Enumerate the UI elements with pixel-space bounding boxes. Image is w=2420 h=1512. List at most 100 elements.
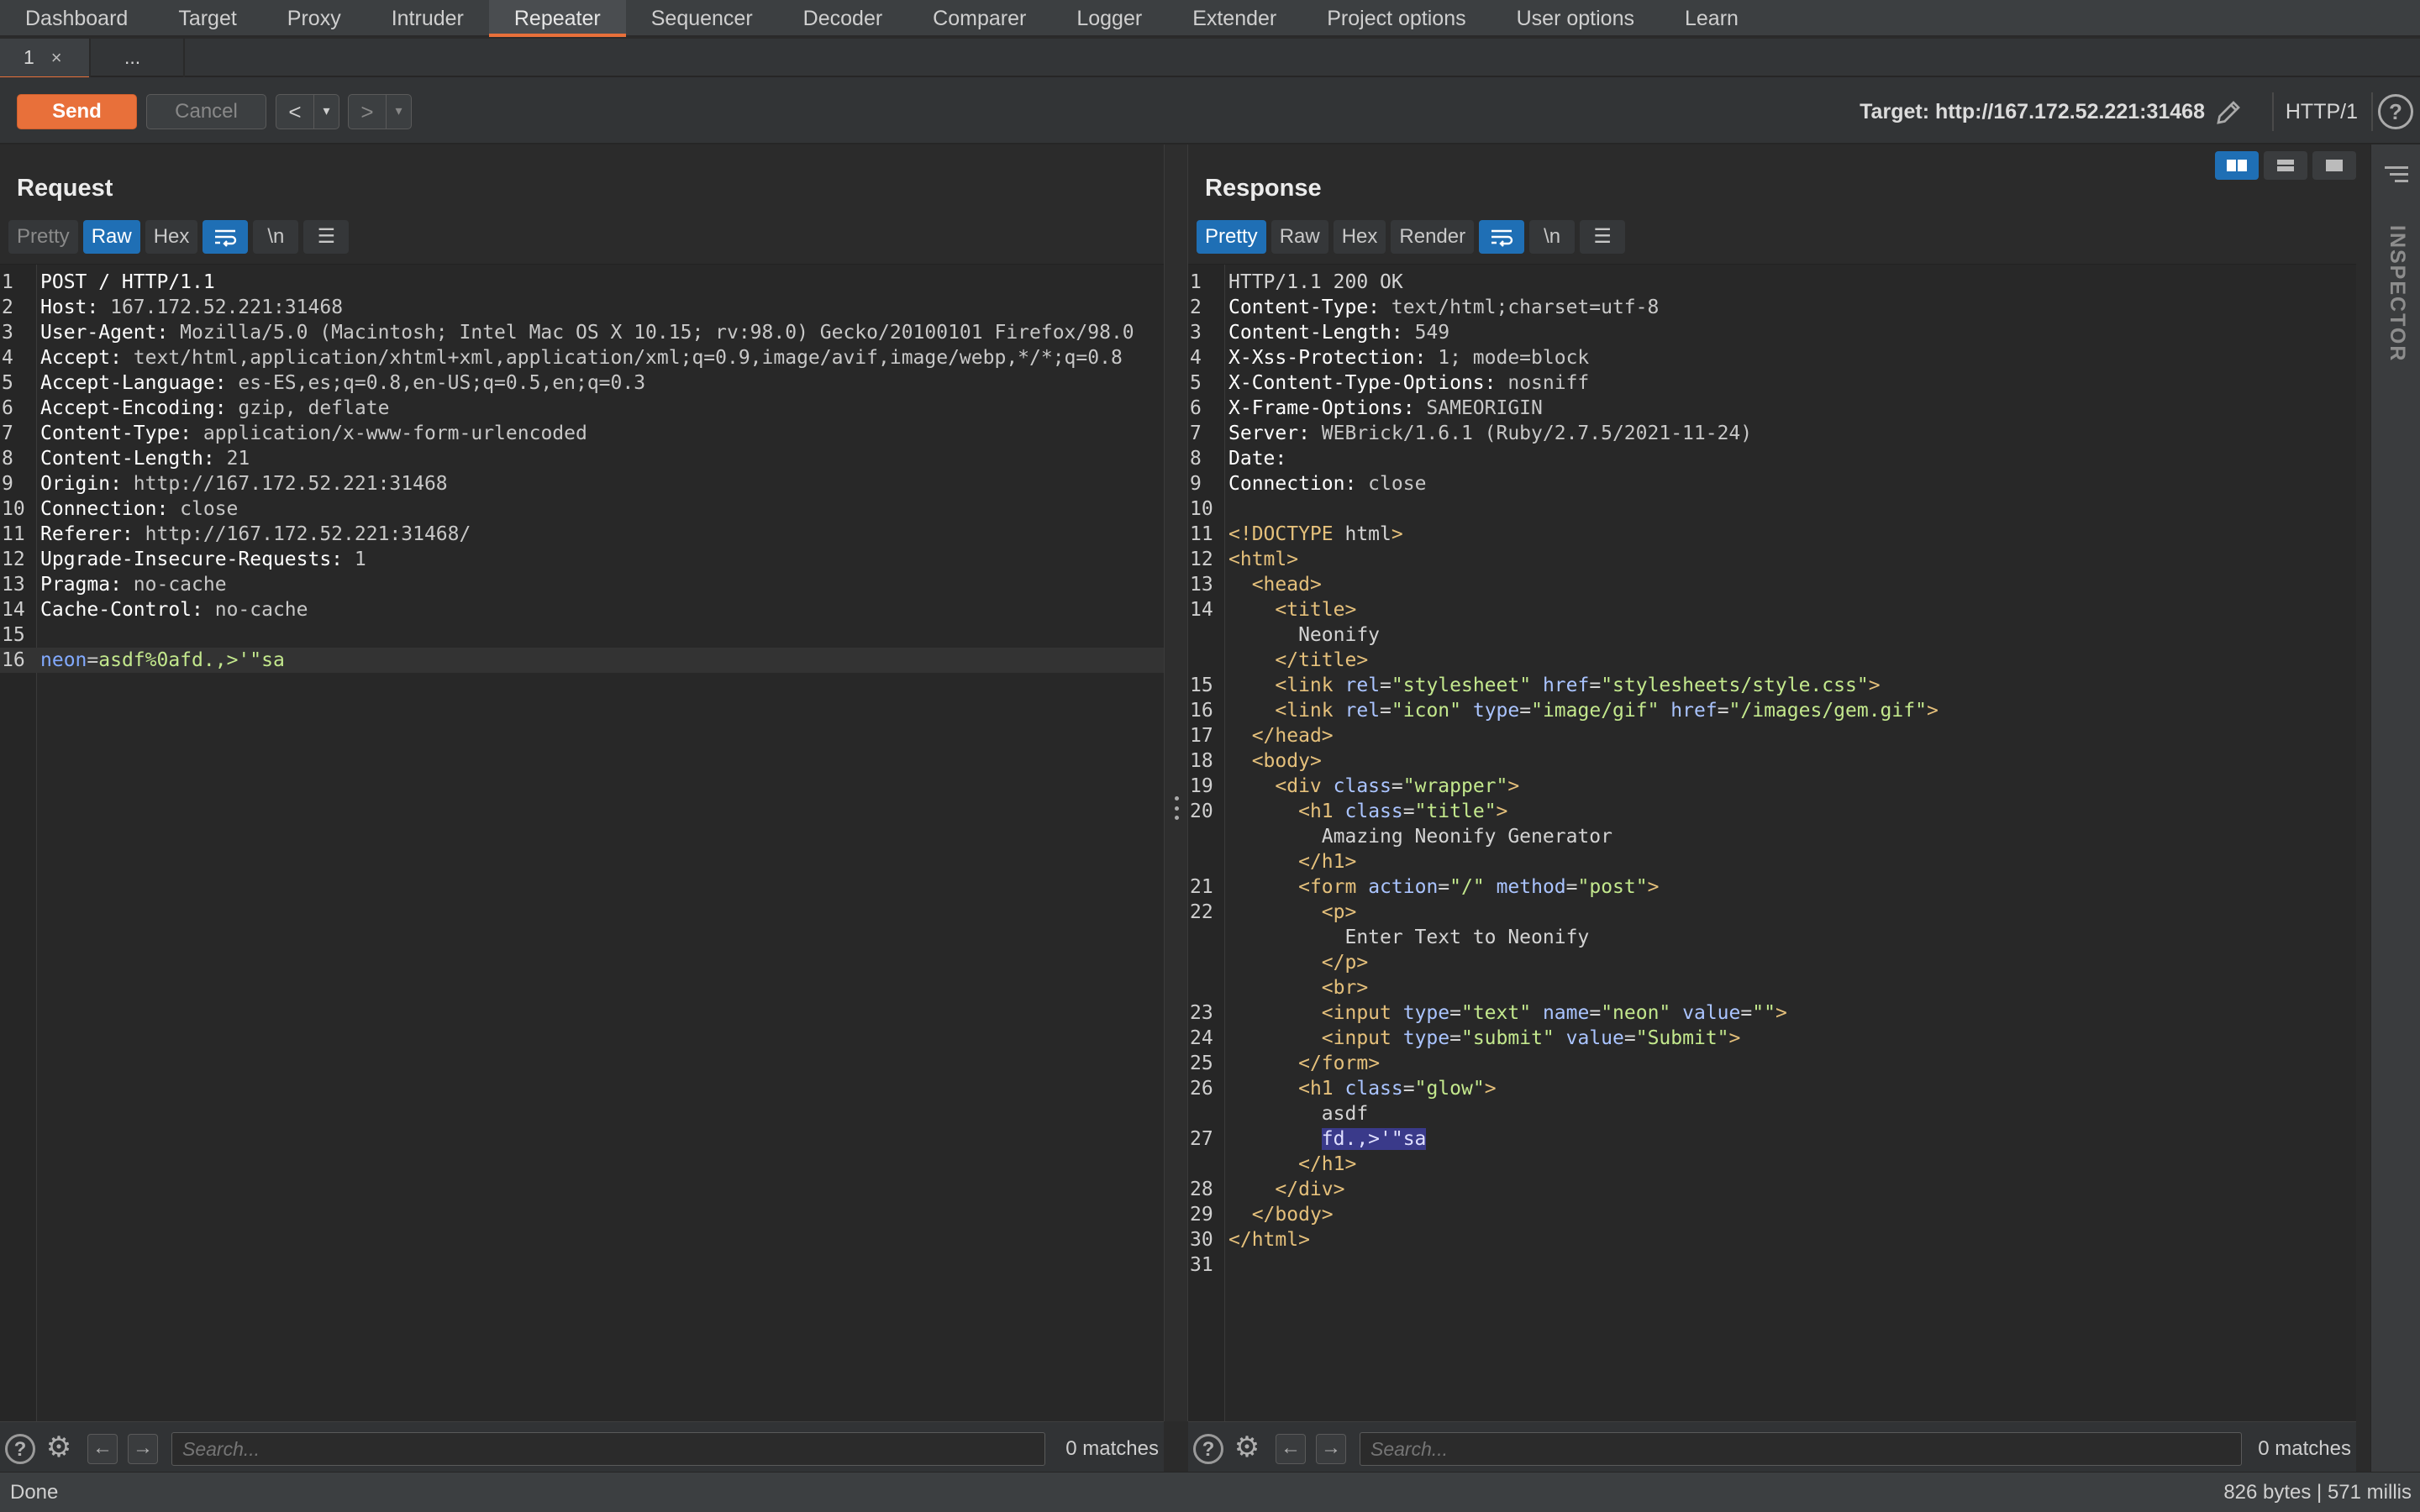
nav-tab-target[interactable]: Target (153, 0, 261, 35)
line-number: 14 (2, 599, 25, 621)
response-line: 4 X-Xss-Protection: 1; mode=block (1188, 345, 2356, 370)
line-number: 6 (2, 397, 13, 419)
line-number: 27 (1190, 1128, 1213, 1150)
nav-tab-sequencer[interactable]: Sequencer (626, 0, 778, 35)
line-number: 19 (1190, 775, 1213, 797)
tabbed-layout-icon[interactable] (2312, 151, 2356, 180)
gear-icon[interactable]: ⚙ (1232, 1433, 1262, 1464)
header-name: Accept-Encoding: (40, 397, 239, 419)
request-line: 9 Origin: http://167.172.52.221:31468 (0, 471, 1164, 496)
line-number: 14 (1190, 599, 1213, 621)
show-newlines-toggle[interactable]: \n (253, 220, 299, 254)
response-line-text: Content-Length: 549 (1228, 322, 1450, 344)
help-icon[interactable]: ? (2378, 94, 2413, 129)
response-line-text: </div> (1275, 1179, 1345, 1200)
menu-icon[interactable]: ☰ (1580, 220, 1626, 254)
request-mode-raw[interactable]: Raw (82, 220, 140, 254)
nav-tab-intruder[interactable]: Intruder (366, 0, 489, 35)
response-line: 18 <body> (1188, 748, 2356, 774)
header-value: http://167.172.52.221:31468 (133, 473, 448, 495)
stacked-layout-icon[interactable] (2264, 151, 2307, 180)
side-by-side-layout-icon[interactable] (2215, 151, 2259, 180)
send-button[interactable]: Send (17, 94, 137, 129)
response-mode-raw[interactable]: Raw (1270, 220, 1328, 254)
help-icon[interactable]: ? (1193, 1434, 1223, 1464)
response-mode-render[interactable]: Render (1391, 220, 1475, 254)
help-icon[interactable]: ? (5, 1434, 35, 1464)
response-line: 26 <h1 class="glow"> (1188, 1076, 2356, 1101)
nav-tab-repeater[interactable]: Repeater (488, 0, 626, 37)
line-number: 28 (1190, 1179, 1213, 1200)
nav-tab-proxy[interactable]: Proxy (262, 0, 366, 35)
response-line-text: fd.,>'"sa (1228, 1126, 2356, 1152)
arrow-right-icon: > (360, 99, 374, 124)
arrow-left-icon[interactable]: ← (87, 1434, 118, 1464)
line-number: 30 (1190, 1229, 1213, 1251)
line-number: 7 (2, 423, 13, 444)
header-name: Host: (40, 297, 111, 318)
request-mode-pretty[interactable]: Pretty (8, 220, 78, 254)
history-forward-button[interactable]: > ▾ (348, 94, 412, 129)
arrow-left-icon[interactable]: ← (1276, 1434, 1306, 1464)
response-line: 13 <head> (1188, 572, 2356, 597)
nav-tab-comparer[interactable]: Comparer (908, 0, 1051, 35)
response-line: 7 Server: WEBrick/1.6.1 (Ruby/2.7.5/2021-… (1188, 421, 2356, 446)
response-editor[interactable]: 1 HTTP/1.1 200 OK 2 Content-Type: text/html… (1188, 264, 2356, 1421)
header-value: 1 (354, 549, 366, 570)
repeater-toolbar: Send Cancel < ▾ > ▾ Target: http://167.1… (0, 77, 2420, 144)
request-search-input[interactable] (171, 1432, 1045, 1466)
response-line-text: asdf (1228, 1103, 1369, 1125)
reflected-payload-highlight: fd.,>'"sa (1321, 1128, 1427, 1150)
inspector-sidebar[interactable]: INSPECTOR (2370, 144, 2420, 1472)
arrow-right-icon[interactable]: → (1316, 1434, 1346, 1464)
nav-tab-extender[interactable]: Extender (1167, 0, 1302, 35)
nav-tab-decoder[interactable]: Decoder (778, 0, 908, 35)
wrap-lines-icon[interactable] (1479, 220, 1525, 254)
target-label: Target: http://167.172.52.221:31468 (1860, 100, 2205, 123)
response-line: 24 <input type="submit" value="Submit"> (1188, 1026, 2356, 1051)
response-line-text: Connection: close (1228, 473, 1427, 495)
response-match-count: 0 matches (2258, 1437, 2351, 1460)
cancel-button[interactable]: Cancel (146, 94, 266, 129)
chevron-down-icon[interactable]: ▾ (386, 95, 411, 129)
pencil-icon[interactable] (2213, 97, 2244, 128)
chevron-down-icon[interactable]: ▾ (313, 95, 339, 129)
request-line: 14 Cache-Control: no-cache (0, 597, 1164, 622)
response-line-text: <html> (1228, 549, 1299, 570)
toolbar-divider (2371, 92, 2373, 131)
inspector-label[interactable]: INSPECTOR (2385, 225, 2409, 362)
request-mode-hex[interactable]: Hex (145, 220, 198, 254)
request-line-text: POST / HTTP/1.1 (40, 270, 1164, 295)
nav-tab-learn[interactable]: Learn (1660, 0, 1764, 35)
request-line: 2 Host: 167.172.52.221:31468 (0, 295, 1164, 320)
inspector-menu-icon[interactable] (2385, 166, 2408, 185)
nav-tab-logger[interactable]: Logger (1051, 0, 1167, 35)
line-number: 13 (2, 574, 25, 596)
close-icon[interactable]: × (51, 47, 62, 68)
response-mode-hex[interactable]: Hex (1333, 220, 1386, 254)
gear-icon[interactable]: ⚙ (44, 1433, 74, 1464)
http-version-toggle[interactable]: HTTP/1 (2286, 94, 2358, 129)
response-mode-pretty[interactable]: Pretty (1197, 220, 1266, 254)
line-number: 16 (1190, 700, 1213, 722)
wrap-lines-icon[interactable] (203, 220, 249, 254)
line-number: 12 (1190, 549, 1213, 570)
history-back-button[interactable]: < ▾ (276, 94, 339, 129)
response-title: Response (1205, 175, 1322, 202)
main-tab-bar: Dashboard Target Proxy Intruder Repeater Sequ… (0, 0, 2420, 37)
nav-tab-project-options[interactable]: Project options (1302, 0, 1491, 35)
nav-tab-dashboard[interactable]: Dashboard (0, 0, 153, 35)
response-line: </h1> (1188, 1152, 2356, 1177)
show-newlines-toggle[interactable]: \n (1529, 220, 1576, 254)
nav-tab-user-options[interactable]: User options (1491, 0, 1660, 35)
response-search-input[interactable] (1360, 1432, 2242, 1466)
menu-icon[interactable]: ☰ (303, 220, 350, 254)
arrow-right-icon[interactable]: → (128, 1434, 158, 1464)
new-tab-button[interactable]: ... (91, 39, 185, 77)
pane-splitter[interactable] (1164, 144, 1188, 1421)
line-number: 10 (1190, 498, 1213, 520)
repeater-tab-1[interactable]: 1 × (0, 39, 91, 79)
response-line: 17 </head> (1188, 723, 2356, 748)
response-line: 5 X-Content-Type-Options: nosniff (1188, 370, 2356, 396)
request-editor[interactable]: 1 POST / HTTP/1.1 2 Host: 167.172.52.221:31… (0, 264, 1164, 1421)
